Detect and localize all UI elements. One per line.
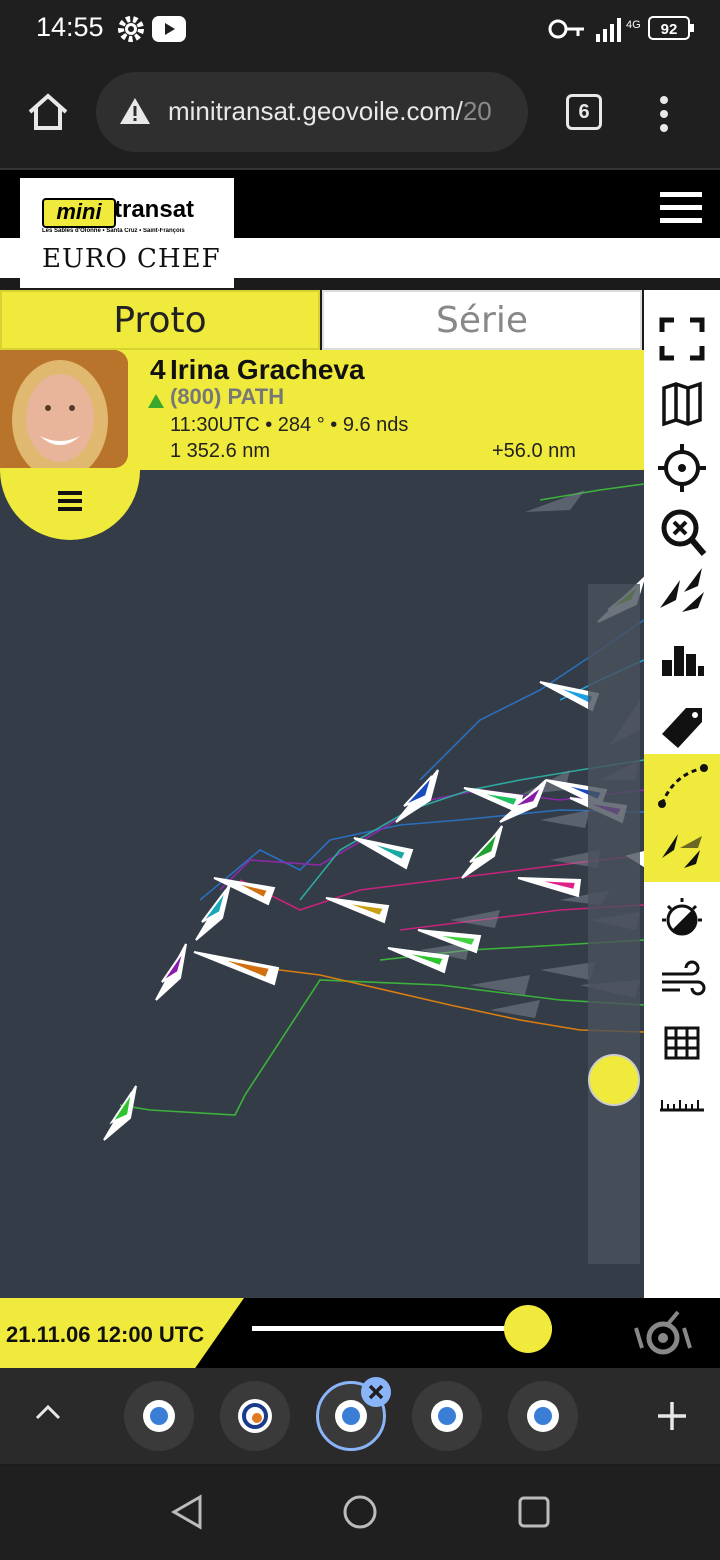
skipper-delta: +56.0 nm [492, 440, 576, 462]
recents-icon[interactable] [516, 1494, 552, 1530]
fullscreen-button[interactable] [644, 306, 720, 370]
more-menu-icon[interactable] [654, 94, 674, 134]
center-button[interactable] [644, 436, 720, 500]
globe-icon [527, 1400, 559, 1432]
skipper-distance: 1 352.6 nm [170, 440, 271, 462]
logo-transat: transat [114, 196, 195, 223]
timeline-date: 21.11.06 12:00 UTC [6, 1322, 205, 1347]
home-icon[interactable] [26, 92, 70, 132]
boats-icon [660, 568, 704, 612]
tag-icon [662, 708, 702, 748]
vpn-key-icon [548, 19, 584, 39]
target-icon [658, 444, 706, 492]
skipper-info: 11:30UTC • 284 ° • 9.6 nds [170, 414, 409, 436]
tag-button[interactable] [644, 690, 720, 754]
wind-button[interactable] [644, 948, 720, 1012]
ranking-icon [662, 646, 704, 676]
chevron-up-icon[interactable] [34, 1402, 62, 1422]
boat-name: (800) PATH [170, 384, 285, 409]
settings-gear-icon [118, 16, 144, 42]
site-menu-icon[interactable] [660, 190, 702, 226]
status-bar: 14:55 4G 92 [0, 0, 720, 58]
map-button[interactable] [644, 372, 720, 436]
tab-serie[interactable]: Série [322, 290, 642, 350]
fleet-button[interactable] [644, 818, 720, 882]
race-map[interactable] [0, 470, 644, 1298]
logo-subtitle: Les Sables d'Olonne • Santa Cruz • Saint… [42, 228, 185, 234]
browser-tab-1[interactable] [124, 1381, 194, 1451]
svg-text:4G: 4G [626, 19, 641, 31]
sponsor-logo: EURO CHEF [42, 244, 221, 274]
trajectory-icon [658, 764, 708, 808]
ruler-icon [660, 1100, 704, 1112]
battery-icon: 92 [648, 16, 694, 40]
browser-toolbar: minitransat.geovoile.com/20 6 [0, 58, 720, 170]
skipper-name: Irina Gracheva [170, 354, 365, 385]
address-bar[interactable]: minitransat.geovoile.com/20 [96, 72, 528, 152]
minitransat-logo[interactable]: mini transat Les Sables d'Olonne • Santa… [20, 178, 234, 288]
skipper-avatar [0, 350, 128, 468]
system-nav-bar [0, 1466, 720, 1560]
status-time: 14:55 [36, 12, 104, 42]
globe-icon [143, 1400, 175, 1432]
youtube-icon [152, 16, 186, 42]
trajectory-button[interactable] [644, 754, 720, 818]
ruler-button[interactable] [644, 1074, 720, 1138]
timeline-handle[interactable] [504, 1305, 552, 1353]
svg-text:92: 92 [661, 21, 678, 38]
weather-icon [662, 898, 702, 936]
list-menu-icon [58, 491, 82, 511]
map-tracks [103, 483, 644, 1141]
signal-icon: 4G [596, 18, 641, 42]
tab-proto[interactable]: Proto [0, 290, 320, 350]
zoom-reset-icon [661, 509, 707, 556]
new-tab-icon[interactable] [656, 1400, 688, 1432]
wind-icon [662, 960, 706, 996]
tab-count-button[interactable]: 6 [566, 94, 602, 130]
geovoile-logo-icon[interactable] [628, 1308, 698, 1358]
browser-tab-2[interactable] [220, 1381, 290, 1451]
fleet-icon [662, 834, 702, 868]
fullscreen-icon [659, 317, 705, 361]
grid-icon [664, 1026, 700, 1060]
boats-button[interactable] [644, 562, 720, 626]
browser-tab-4[interactable] [412, 1381, 482, 1451]
skipper-rank: 4 [150, 354, 166, 385]
globe-icon [431, 1400, 463, 1432]
zoom-slider-track[interactable] [588, 584, 640, 1264]
back-icon[interactable] [170, 1494, 204, 1530]
logo-mini: mini [42, 198, 116, 228]
browser-tab-5[interactable] [508, 1381, 578, 1451]
map-toolbar [644, 290, 720, 1298]
url-host: minitransat.geovoile.com/ [168, 96, 463, 126]
grid-button[interactable] [644, 1010, 720, 1074]
weather-button[interactable] [644, 886, 720, 950]
ranking-button[interactable] [644, 628, 720, 692]
zoom-slider-handle[interactable] [588, 1054, 640, 1106]
close-tab-icon[interactable] [360, 1376, 392, 1408]
url-path: 20 [462, 96, 492, 126]
map-icon [662, 381, 702, 427]
zoom-reset-button[interactable] [644, 500, 720, 564]
warning-icon [120, 98, 150, 124]
home-nav-icon[interactable] [340, 1492, 380, 1532]
rank-up-icon [148, 394, 164, 408]
site-favicon-icon [238, 1399, 272, 1433]
